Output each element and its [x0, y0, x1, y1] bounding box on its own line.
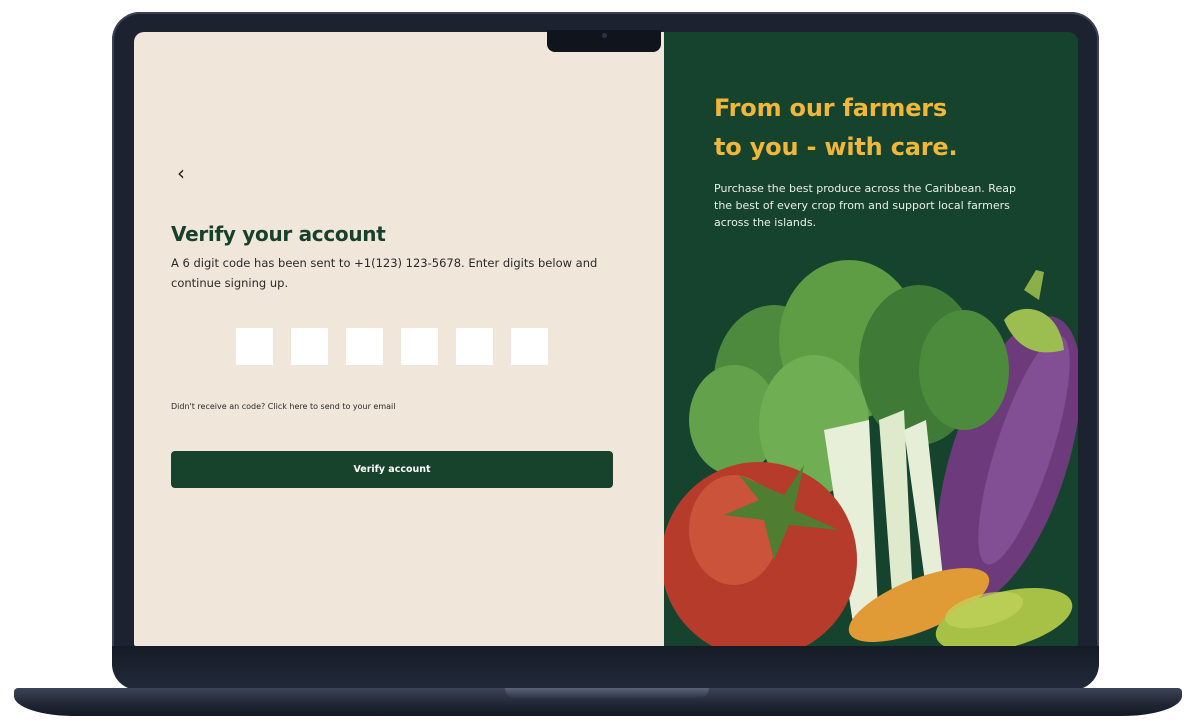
back-chevron-icon[interactable]: ‹ [170, 162, 192, 184]
hero-title-line-1: From our farmers [714, 94, 947, 122]
hero-title: From our farmers to you - with care. [714, 89, 1054, 167]
camera-icon [602, 33, 607, 38]
laptop-hinge-slot [505, 688, 709, 698]
hero-title-line-2: to you - with care. [714, 133, 958, 161]
code-input-group [236, 328, 548, 365]
laptop-screen: ‹ Verify your account A 6 digit code has… [134, 32, 1078, 646]
code-digit-input[interactable] [511, 328, 548, 365]
resend-code-link[interactable]: Didn't receive an code? Click here to se… [171, 402, 395, 411]
code-digit-input[interactable] [401, 328, 438, 365]
code-digit-input[interactable] [456, 328, 493, 365]
verify-description: A 6 digit code has been sent to +1(123) … [171, 256, 598, 290]
vegetables-illustration [664, 260, 1078, 646]
hero-panel: From our farmers to you - with care. Pur… [664, 32, 1078, 646]
code-digit-input[interactable] [346, 328, 383, 365]
verify-title: Verify your account [171, 222, 386, 246]
code-digit-input[interactable] [291, 328, 328, 365]
verify-panel: ‹ Verify your account A 6 digit code has… [134, 32, 664, 646]
hero-description: Purchase the best produce across the Car… [714, 182, 1016, 229]
laptop-chin [112, 646, 1099, 690]
code-digit-input[interactable] [236, 328, 273, 365]
verify-account-button[interactable]: Verify account [171, 451, 613, 488]
